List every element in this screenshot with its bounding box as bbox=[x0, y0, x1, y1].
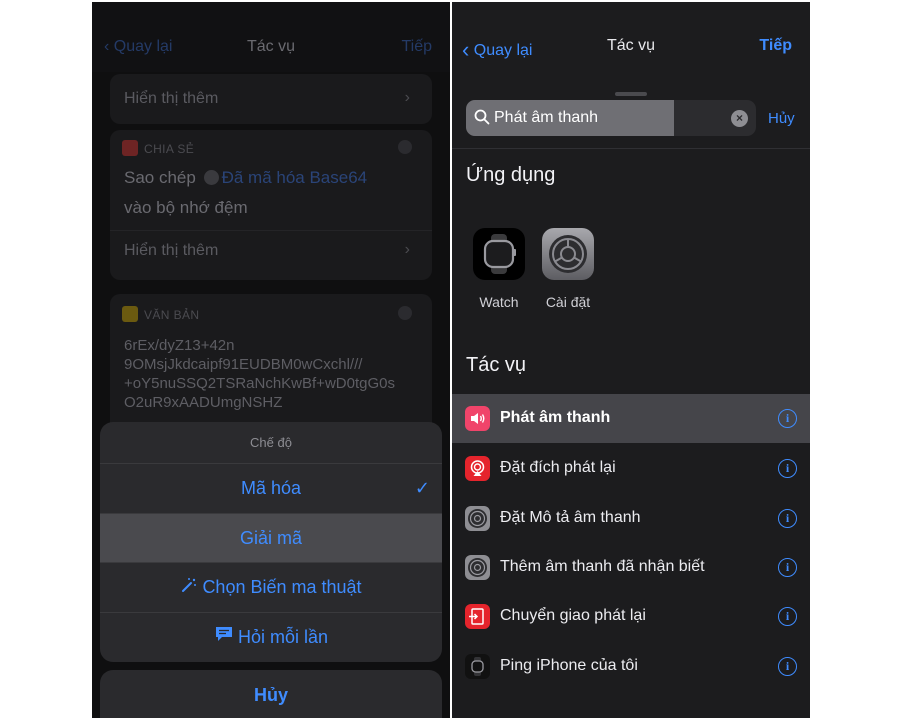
watch-app-icon bbox=[473, 228, 525, 280]
info-icon[interactable]: i bbox=[778, 409, 797, 428]
apps-section-title: Ứng dụng bbox=[466, 164, 556, 186]
settings-gear-icon bbox=[542, 228, 594, 280]
action-row-play-sound[interactable]: Phát âm thanh i bbox=[452, 394, 810, 443]
magic-wand-icon bbox=[180, 563, 198, 613]
action-row-ping-iphone[interactable]: Ping iPhone của tôi i bbox=[452, 642, 810, 691]
sheet-cancel-button[interactable]: Hủy bbox=[100, 670, 442, 718]
clear-search-icon[interactable]: × bbox=[731, 110, 748, 127]
show-more-label: Hiển thị thêm bbox=[124, 90, 219, 107]
handoff-icon bbox=[465, 604, 490, 629]
airplay-icon bbox=[465, 456, 490, 481]
gear-icon bbox=[203, 170, 219, 185]
settings-gear-icon bbox=[465, 506, 490, 531]
option-label: Giải mã bbox=[239, 527, 302, 548]
option-label: Chọn Biến ma thuật bbox=[202, 577, 362, 597]
remove-dot-icon bbox=[398, 140, 412, 154]
share-badge-icon bbox=[122, 140, 138, 156]
action-label: Thêm âm thanh đã nhận biết bbox=[500, 558, 705, 575]
watch-icon bbox=[465, 654, 490, 679]
option-encode[interactable]: Mã hóa ✓ bbox=[100, 464, 442, 514]
checkmark-icon: ✓ bbox=[414, 478, 430, 498]
settings-gear-icon bbox=[465, 555, 490, 580]
option-magic-variable[interactable]: Chọn Biến ma thuật bbox=[100, 563, 442, 613]
app-name: Cài đặt bbox=[545, 294, 591, 310]
nav-title: Tác vụ bbox=[606, 37, 655, 54]
text-badge-icon bbox=[122, 306, 138, 322]
action-label: Đặt đích phát lại bbox=[500, 459, 616, 476]
info-icon[interactable]: i bbox=[778, 607, 797, 626]
sheet-grabber[interactable] bbox=[615, 92, 647, 96]
copy-line-2: vào bộ nhớ đệm bbox=[124, 198, 248, 217]
left-screen: ‹ Quay lại Tác vụ Tiếp Hiển thị thêm › C… bbox=[92, 2, 450, 718]
info-icon[interactable]: i bbox=[778, 558, 797, 577]
action-label: Ping iPhone của tôi bbox=[500, 657, 638, 674]
info-icon[interactable]: i bbox=[778, 459, 797, 478]
speaker-icon bbox=[465, 406, 490, 431]
mode-action-sheet: Chế độ Mã hóa ✓ Giải mã Chọn Biến ma thu… bbox=[100, 422, 442, 662]
nav-bar-dimmed: ‹ Quay lại Tác vụ Tiếp bbox=[92, 2, 450, 72]
search-bar[interactable]: × bbox=[466, 100, 756, 136]
action-row-audio-description[interactable]: Đặt Mô tả âm thanh i bbox=[452, 494, 810, 543]
nav-bar: ‹ Quay lại Tác vụ Tiếp bbox=[452, 2, 810, 74]
speech-bubble-icon bbox=[214, 613, 234, 663]
action-row-handoff-playback[interactable]: Chuyển giao phát lại i bbox=[452, 592, 810, 641]
nav-title-dimmed: Tác vụ bbox=[246, 38, 295, 55]
base64-token: Đã mã hóa Base64 bbox=[221, 168, 368, 187]
next-button-dimmed: Tiếp bbox=[401, 38, 432, 55]
text-header: VĂN BẢN bbox=[122, 306, 199, 322]
text-content: 6rEx/dyZ13+42n 9OMsjJkdcaipf91EUDBM0wCxc… bbox=[124, 337, 395, 411]
remove-dot-icon bbox=[398, 306, 412, 320]
option-ask-each-time[interactable]: Hỏi mỗi lần bbox=[100, 613, 442, 663]
option-decode[interactable]: Giải mã bbox=[100, 513, 442, 563]
option-label: Mã hóa bbox=[240, 478, 302, 498]
action-row-sound-recognition[interactable]: Thêm âm thanh đã nhận biết i bbox=[452, 543, 810, 592]
sheet-title: Chế độ bbox=[100, 422, 442, 464]
show-more-row-1: Hiển thị thêm › bbox=[110, 74, 432, 124]
copy-line: Sao chép Đã mã hóa Base64 bbox=[124, 168, 368, 187]
chevron-right-icon: › bbox=[404, 241, 410, 258]
info-icon[interactable]: i bbox=[778, 509, 797, 528]
info-icon[interactable]: i bbox=[778, 657, 797, 676]
text-action-card: VĂN BẢN 6rEx/dyZ13+42n 9OMsjJkdcaipf91EU… bbox=[110, 294, 432, 434]
next-button[interactable]: Tiếp bbox=[759, 37, 792, 55]
app-name: Watch bbox=[479, 294, 519, 310]
search-icon bbox=[474, 109, 490, 130]
actions-section-title: Tác vụ bbox=[466, 354, 527, 376]
search-input[interactable] bbox=[494, 100, 674, 136]
share-header: CHIA SẺ bbox=[122, 140, 194, 156]
right-screen: ‹ Quay lại Tác vụ Tiếp × Hủy Ứng dụng Wa… bbox=[452, 2, 810, 718]
chevron-right-icon: › bbox=[404, 89, 410, 106]
share-action-card: CHIA SẺ Sao chép Đã mã hóa Base64 vào bộ… bbox=[110, 130, 432, 280]
action-label: Chuyển giao phát lại bbox=[500, 607, 646, 624]
action-label: Đặt Mô tả âm thanh bbox=[500, 509, 641, 526]
app-settings[interactable]: Cài đặt bbox=[538, 228, 598, 310]
action-row-set-destination[interactable]: Đặt đích phát lại i bbox=[452, 444, 810, 493]
show-more-label-2: Hiển thị thêm bbox=[124, 242, 219, 259]
search-cancel-button[interactable]: Hủy bbox=[768, 110, 795, 127]
app-watch[interactable]: Watch bbox=[469, 228, 529, 310]
option-label: Hỏi mỗi lần bbox=[237, 626, 329, 647]
action-label: Phát âm thanh bbox=[500, 409, 611, 426]
